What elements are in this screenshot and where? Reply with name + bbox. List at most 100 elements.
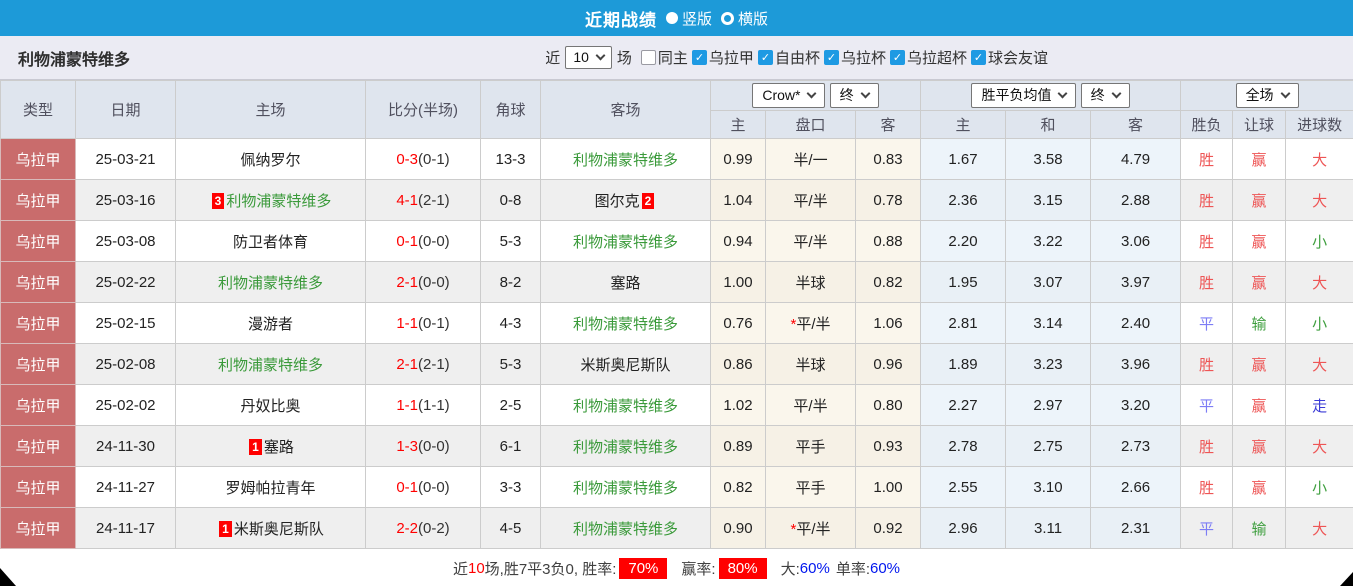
filter-checkbox[interactable]: ✓ 乌拉杯: [823, 47, 886, 68]
match-row: 乌拉甲 25-02-22 利物浦蒙特维多 2-1(0-0) 8-2 塞路 1.0…: [0, 261, 1353, 303]
score-cell: 2-2(0-2): [365, 507, 481, 549]
games-count-select[interactable]: 10: [565, 46, 612, 69]
radio-horizontal-label: 横版: [738, 10, 769, 28]
checkbox-label: 同主: [657, 50, 688, 67]
corner-cell: 0-8: [480, 179, 541, 221]
filter-checkbox[interactable]: ✓ 乌拉甲: [691, 47, 754, 68]
home-cell: 1 塞路: [175, 425, 366, 467]
asia-home-odds-cell: 1.02: [710, 384, 766, 426]
score-cell: 2-1(0-0): [365, 261, 481, 303]
fulltime-score: 2-2: [396, 519, 418, 537]
radio-horizontal[interactable]: 横版: [721, 8, 768, 29]
away-team-name: 利物浦蒙特维多: [572, 520, 678, 538]
league-cell: 乌拉甲: [0, 425, 76, 467]
euro-draw-odds-cell: 2.97: [1005, 384, 1092, 426]
euro-away-odds-cell: 2.88: [1090, 179, 1182, 221]
euro-draw-odds-cell: 3.14: [1005, 302, 1092, 344]
euro-draw-odds-cell: 3.58: [1005, 138, 1092, 180]
asia-home-odds-cell: 0.86: [710, 343, 766, 385]
match-row: 乌拉甲 25-02-02 丹奴比奥 1-1(1-1) 2-5 利物浦蒙特维多 1…: [0, 384, 1353, 426]
euro-draw-odds-cell: 3.11: [1005, 507, 1092, 549]
sub-header-goals: 进球数: [1285, 110, 1353, 139]
checkbox-icon: [640, 50, 656, 65]
outcome-cell: 胜: [1180, 179, 1234, 221]
filter-checkbox[interactable]: ✓ 自由杯: [757, 47, 820, 68]
asia-away-odds-cell: 0.82: [854, 261, 922, 303]
checkbox-label: 乌拉甲: [708, 50, 754, 67]
home-cell: 1 米斯奥尼斯队: [175, 507, 366, 549]
filter-checkbox[interactable]: 同主: [640, 47, 688, 68]
europe-odds-select[interactable]: 胜平负均值: [971, 83, 1077, 108]
home-team-name: 丹奴比奥: [240, 397, 301, 415]
fulltime-score: 1-1: [396, 396, 418, 414]
filter-checkbox[interactable]: ✓ 乌拉超杯: [889, 47, 967, 68]
handicap-result-cell: 赢: [1232, 220, 1287, 262]
asia-away-odds-cell: 1.06: [854, 302, 922, 344]
euro-home-odds-cell: 2.81: [920, 302, 1007, 344]
asia-home-odds-cell: 0.94: [710, 220, 766, 262]
score-cell: 1-1(1-1): [365, 384, 481, 426]
fulltime-score: 1-3: [396, 437, 418, 455]
handicap-result-cell: 赢: [1232, 343, 1287, 385]
league-cell: 乌拉甲: [0, 343, 76, 385]
date-cell: 24-11-30: [75, 425, 176, 467]
handicap-result-cell: 赢: [1232, 466, 1287, 508]
score-cell: 1-3(0-0): [365, 425, 481, 467]
scope-select[interactable]: 全场: [1235, 83, 1299, 108]
bookmaker-period-select[interactable]: 终: [829, 83, 879, 108]
team-name: 利物浦蒙特维多: [18, 51, 131, 69]
match-row: 乌拉甲 25-03-21 佩纳罗尔 0-3(0-1) 13-3 利物浦蒙特维多 …: [0, 138, 1353, 180]
asia-away-odds-cell: 0.83: [854, 138, 922, 180]
handicap-win-rate-badge: 80%: [718, 557, 767, 579]
away-cell: 米斯奥尼斯队: [540, 343, 711, 385]
checkbox-label: 球会友谊: [987, 50, 1048, 67]
score-cell: 0-1(0-0): [365, 466, 481, 508]
bookmaker-select[interactable]: Crow*: [752, 83, 826, 108]
match-row: 乌拉甲 24-11-17 1 米斯奥尼斯队 2-2(0-2) 4-5 利物浦蒙特维…: [0, 507, 1353, 549]
scope-header-cell: 全场: [1180, 80, 1353, 111]
euro-home-odds-cell: 1.67: [920, 138, 1007, 180]
corner-cell: 13-3: [480, 138, 541, 180]
sub-header-euro-draw: 和: [1005, 110, 1092, 139]
away-cell: 利物浦蒙特维多: [540, 425, 711, 467]
checkbox-icon: ✓: [889, 50, 905, 65]
score-cell: 4-1(2-1): [365, 179, 481, 221]
near-label: 近: [545, 50, 561, 67]
home-team-name: 利物浦蒙特维多: [226, 192, 332, 210]
euro-home-odds-cell: 2.96: [920, 507, 1007, 549]
europe-period-select[interactable]: 终: [1080, 83, 1130, 108]
sub-header-euro-home: 主: [920, 110, 1007, 139]
radio-vertical[interactable]: 竖版: [665, 8, 712, 29]
handicap-result-cell: 赢: [1232, 261, 1287, 303]
handicap-result-cell: 赢: [1232, 425, 1287, 467]
asia-away-odds-cell: 0.96: [854, 343, 922, 385]
goals-cell: 小: [1285, 466, 1353, 508]
score-cell: 2-1(2-1): [365, 343, 481, 385]
chevron-down-icon: [860, 88, 871, 99]
league-cell: 乌拉甲: [0, 261, 76, 303]
single-rate-label: 单率:: [835, 560, 870, 578]
handicap-result-cell: 赢: [1232, 138, 1287, 180]
summary-count: 10: [467, 559, 485, 577]
filter-checkbox[interactable]: ✓ 球会友谊: [970, 47, 1048, 68]
handicap-line: 平/半: [793, 233, 828, 251]
europe-odds-select-value: 胜平负均值: [981, 87, 1052, 103]
away-team-name: 利物浦蒙特维多: [572, 151, 678, 169]
home-cell: 佩纳罗尔: [175, 138, 366, 180]
league-cell: 乌拉甲: [0, 138, 76, 180]
goals-cell: 小: [1285, 302, 1353, 344]
checkbox-icon: ✓: [970, 50, 986, 65]
euro-home-odds-cell: 2.27: [920, 384, 1007, 426]
halftime-score: (1-1): [418, 396, 450, 414]
home-team-name: 米斯奥尼斯队: [233, 520, 324, 538]
win-rate-badge: 70%: [619, 557, 668, 579]
checkbox-icon: ✓: [757, 50, 773, 65]
score-cell: 0-3(0-1): [365, 138, 481, 180]
asia-away-odds-cell: 0.92: [854, 507, 922, 549]
euro-home-odds-cell: 1.89: [920, 343, 1007, 385]
home-team-name: 佩纳罗尔: [240, 151, 301, 169]
euro-draw-odds-cell: 3.23: [1005, 343, 1092, 385]
filter-controls: 近 10 场 同主 ✓ 乌拉甲 ✓ 自由杯 ✓ 乌拉杯 ✓ 乌拉超杯 ✓ 球会友…: [545, 46, 1048, 69]
league-cell: 乌拉甲: [0, 179, 76, 221]
euro-away-odds-cell: 4.79: [1090, 138, 1182, 180]
